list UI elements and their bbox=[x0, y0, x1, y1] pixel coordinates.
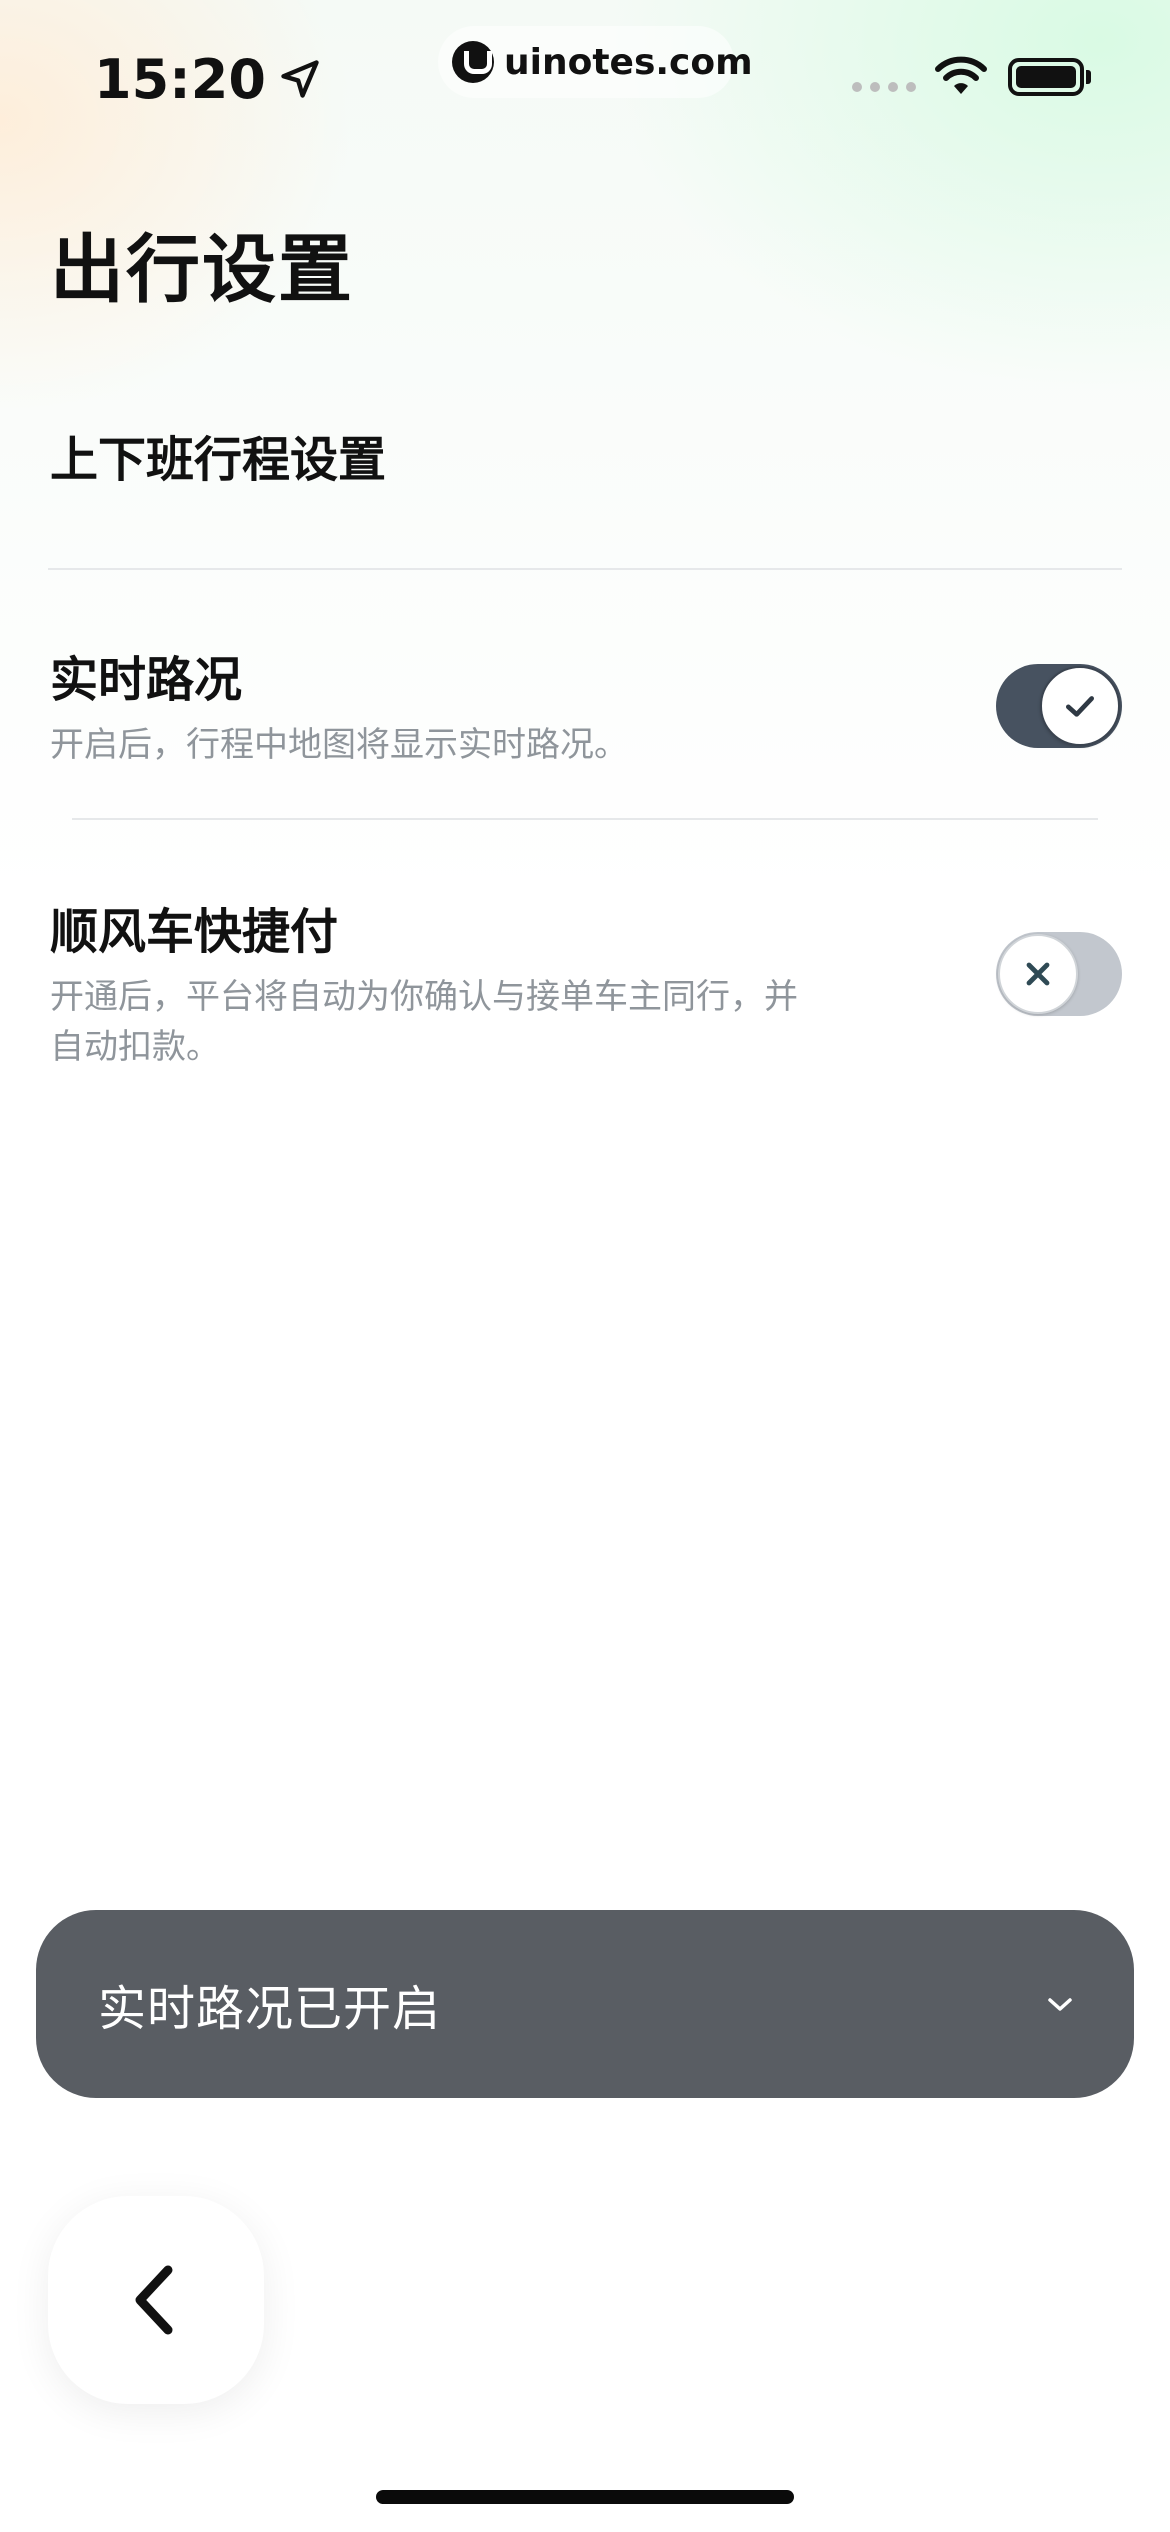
quick-pay-description-line2: 自动扣款。 bbox=[50, 1027, 220, 1067]
commute-settings-row[interactable]: 上下班行程设置 bbox=[50, 420, 1120, 568]
checkmark-icon bbox=[1066, 696, 1094, 717]
traffic-setting-row: 实时路况 开启后，行程中地图将显示实时路况。 bbox=[50, 648, 870, 770]
quick-pay-setting-row: 顺风车快捷付 开通后，平台将自动为你确认与接单车主同行，并 自动扣款。 bbox=[50, 900, 870, 1072]
commute-settings-label: 上下班行程设置 bbox=[50, 432, 387, 488]
url-pill[interactable]: uinotes.com bbox=[438, 26, 753, 98]
signal-icon bbox=[852, 82, 916, 92]
wifi-icon bbox=[935, 56, 987, 94]
divider bbox=[72, 818, 1098, 820]
toggle-knob bbox=[1040, 666, 1120, 746]
battery-tip bbox=[1086, 70, 1091, 84]
status-bar-time: 15:20 bbox=[94, 44, 322, 114]
page-title: 出行设置 bbox=[50, 227, 354, 313]
quick-pay-toggle[interactable] bbox=[996, 932, 1122, 1016]
quick-pay-setting-description: 开通后，平台将自动为你确认与接单车主同行，并 自动扣款。 bbox=[50, 972, 870, 1072]
divider bbox=[48, 568, 1122, 570]
toast-notification[interactable]: 实时路况已开启 bbox=[36, 1910, 1134, 2098]
status-time-text: 15:20 bbox=[94, 47, 266, 111]
home-indicator[interactable] bbox=[376, 2490, 794, 2504]
back-button[interactable] bbox=[48, 2196, 264, 2404]
battery-icon bbox=[1008, 58, 1084, 96]
chevron-down-icon[interactable] bbox=[1042, 1992, 1078, 2016]
close-icon bbox=[1026, 962, 1050, 986]
location-arrow-icon bbox=[281, 60, 319, 98]
site-logo-icon bbox=[452, 41, 494, 83]
quick-pay-description-line1: 开通后，平台将自动为你确认与接单车主同行，并 bbox=[50, 977, 798, 1017]
traffic-toggle[interactable] bbox=[996, 664, 1122, 748]
traffic-setting-description: 开启后，行程中地图将显示实时路况。 bbox=[50, 725, 628, 765]
toast-message: 实时路况已开启 bbox=[98, 1981, 442, 2037]
traffic-setting-title: 实时路况 bbox=[50, 652, 243, 708]
quick-pay-setting-title: 顺风车快捷付 bbox=[50, 904, 339, 960]
toggle-knob bbox=[998, 934, 1078, 1014]
chevron-left-icon bbox=[135, 2265, 173, 2335]
url-text: uinotes.com bbox=[504, 41, 753, 83]
